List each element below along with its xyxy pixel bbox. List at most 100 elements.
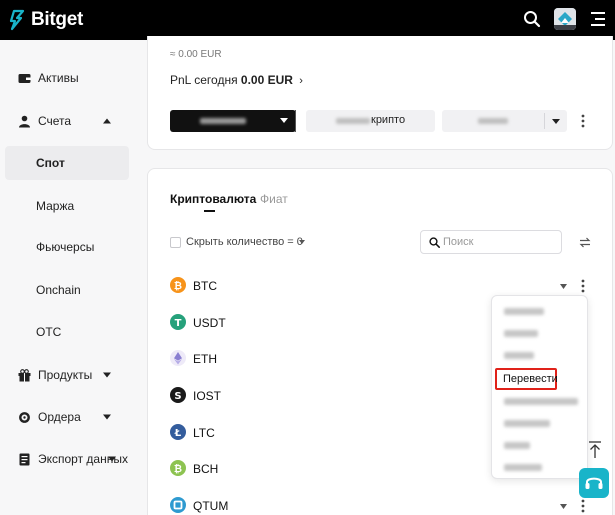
- bitget-logo-icon: [9, 9, 25, 31]
- search-input[interactable]: [443, 233, 558, 251]
- sidebar-item-accounts[interactable]: Счета: [0, 104, 140, 138]
- eth-icon: [170, 350, 186, 366]
- deposit-button[interactable]: [170, 110, 296, 132]
- sidebar-item-label: OTC: [36, 325, 62, 339]
- menu-item-blurred[interactable]: [504, 352, 534, 359]
- support-chat-button[interactable]: [579, 468, 609, 498]
- chevron-down-icon: [552, 119, 560, 124]
- svg-text:₿: ₿: [174, 463, 182, 475]
- table-row[interactable]: QTUM: [170, 495, 590, 515]
- coin-symbol: LTC: [193, 426, 215, 440]
- search-icon[interactable]: [523, 10, 541, 28]
- sidebar-item-label: Ордера: [38, 410, 81, 424]
- menu-item-transfer[interactable]: Перевести: [495, 368, 558, 390]
- btc-icon: ₿: [170, 277, 186, 293]
- gift-icon: [18, 368, 31, 381]
- chevron-down-icon[interactable]: [280, 118, 288, 123]
- iost-icon: S: [170, 387, 186, 403]
- pnl-value: 0.00 EUR: [240, 73, 293, 87]
- sidebar-item-otc[interactable]: OTC: [0, 315, 140, 349]
- row-actions-menu: Перевести: [491, 295, 588, 479]
- sidebar-item-label: Спот: [36, 156, 65, 170]
- hide-zero-label[interactable]: Скрыть количество = 0: [186, 236, 303, 248]
- sidebar-item-spot[interactable]: Спот: [5, 146, 129, 180]
- hide-zero-checkbox[interactable]: [170, 237, 181, 248]
- chevron-down-icon: [108, 456, 116, 462]
- menu-item-blurred[interactable]: [504, 464, 542, 471]
- sidebar-item-label: Активы: [38, 71, 79, 85]
- pnl-today[interactable]: PnL сегодня 0.00 EUR ›: [170, 73, 303, 87]
- more-actions-button[interactable]: [442, 110, 567, 132]
- usdt-icon: T: [170, 314, 186, 330]
- chevron-down-icon[interactable]: [299, 240, 305, 244]
- sidebar-item-export[interactable]: Экспорт данных: [0, 442, 140, 476]
- sidebar-item-label: Продукты: [38, 368, 93, 382]
- sidebar-item-products[interactable]: Продукты: [0, 358, 140, 392]
- sidebar-item-margin[interactable]: Маржа: [0, 189, 140, 223]
- coin-symbol: ETH: [193, 352, 217, 366]
- more-vertical-icon[interactable]: [581, 279, 585, 293]
- ltc-icon: Ł: [170, 424, 186, 440]
- balance-summary-card: ≈ 0.00 EUR PnL сегодня 0.00 EUR › крипто: [147, 36, 613, 150]
- sidebar-item-label: Фьючерсы: [36, 240, 95, 254]
- approx-balance: ≈ 0.00 EUR: [170, 49, 222, 60]
- swap-icon[interactable]: [579, 237, 591, 248]
- search-icon: [429, 237, 440, 248]
- export-icon: [19, 453, 30, 465]
- sidebar-item-orders[interactable]: Ордера: [0, 400, 140, 434]
- sidebar-item-onchain[interactable]: Onchain: [0, 273, 140, 307]
- more-vertical-icon[interactable]: [581, 114, 585, 128]
- tab-crypto[interactable]: Криптовалюта: [170, 192, 256, 206]
- chevron-down-icon: [103, 414, 111, 420]
- hamburger-icon[interactable]: [591, 11, 605, 27]
- active-tab-indicator: [204, 210, 215, 212]
- chevron-right-icon: ›: [299, 75, 303, 87]
- sidebar: Активы Счета Спот Маржа Фьючерсы Onchain…: [0, 40, 140, 515]
- headset-icon: [585, 477, 603, 489]
- buy-crypto-label: крипто: [371, 114, 406, 126]
- bch-icon: ₿: [170, 460, 186, 476]
- wallet-icon: [18, 73, 31, 83]
- blurred-label: [200, 118, 246, 124]
- scroll-to-top-icon[interactable]: [588, 441, 602, 459]
- tab-fiat[interactable]: Фиат: [260, 192, 288, 206]
- svg-text:T: T: [175, 318, 182, 329]
- avatar[interactable]: [554, 8, 576, 30]
- sidebar-item-futures[interactable]: Фьючерсы: [0, 230, 140, 264]
- sidebar-item-label: Маржа: [36, 199, 75, 213]
- gear-icon: [19, 411, 30, 423]
- search-box: [420, 230, 562, 254]
- coin-symbol: BTC: [193, 279, 217, 293]
- chevron-down-icon: [103, 372, 111, 378]
- button-divider: [544, 113, 545, 129]
- bitget-logo[interactable]: Bitget: [6, 6, 83, 34]
- menu-item-blurred[interactable]: [504, 308, 544, 315]
- sidebar-item-label: Счета: [38, 114, 72, 128]
- table-row[interactable]: ₿ BTC: [170, 275, 590, 297]
- avatar-image-icon: [554, 8, 576, 30]
- chevron-down-icon[interactable]: [560, 504, 567, 509]
- coin-symbol: QTUM: [193, 499, 229, 513]
- more-vertical-icon[interactable]: [581, 499, 585, 513]
- menu-item-blurred[interactable]: [504, 420, 550, 427]
- brand-name: Bitget: [31, 9, 84, 30]
- top-bar: Bitget: [0, 0, 615, 40]
- coin-symbol: USDT: [193, 316, 226, 330]
- chevron-down-icon[interactable]: [560, 284, 567, 289]
- sidebar-item-label: Onchain: [36, 283, 81, 297]
- sidebar-item-assets[interactable]: Активы: [0, 61, 140, 95]
- pnl-label: PnL сегодня: [170, 73, 238, 87]
- chevron-up-icon: [103, 118, 111, 124]
- assets-card: Криптовалюта Фиат Скрыть количество = 0 …: [147, 168, 613, 515]
- blurred-label: [478, 118, 508, 124]
- coin-symbol: BCH: [193, 462, 219, 476]
- qtum-icon: [170, 497, 186, 513]
- transfer-label: Перевести: [503, 373, 558, 385]
- button-divider: [295, 110, 296, 132]
- buy-crypto-button[interactable]: крипто: [306, 110, 435, 132]
- user-icon: [19, 115, 30, 127]
- menu-item-blurred[interactable]: [504, 398, 578, 405]
- menu-item-blurred[interactable]: [504, 442, 530, 449]
- menu-item-blurred[interactable]: [504, 330, 538, 337]
- blurred-label: [336, 118, 370, 124]
